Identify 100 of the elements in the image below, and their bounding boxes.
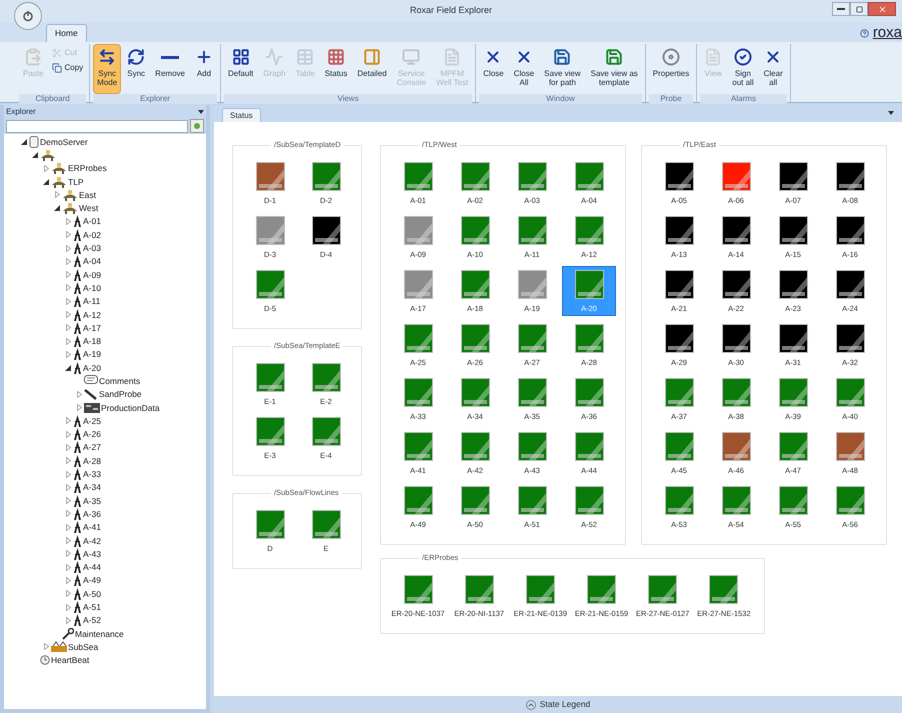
tree-item[interactable]: A-11 — [73, 295, 100, 308]
ribbon-tab[interactable]: Home — [46, 24, 87, 42]
expand-arrow-icon[interactable] — [66, 231, 70, 238]
tree-item[interactable]: A-09 — [73, 268, 101, 281]
tree-item[interactable]: A-20 — [73, 362, 101, 374]
maximize-button[interactable] — [850, 2, 868, 16]
tree-item[interactable]: A-42 — [73, 534, 101, 547]
expand-arrow-icon[interactable] — [66, 258, 70, 265]
tree-item[interactable]: SandProbe — [84, 388, 142, 400]
ribbon-button[interactable]: Add — [190, 44, 217, 94]
search-field[interactable] — [6, 120, 188, 132]
tree-item[interactable]: A-51 — [73, 601, 101, 614]
expand-arrow-icon[interactable] — [66, 338, 70, 345]
expand-arrow-icon[interactable] — [66, 604, 70, 611]
expand-arrow-icon[interactable] — [66, 470, 70, 478]
ribbon-button[interactable]: Properties — [648, 44, 694, 94]
expand-arrow-icon[interactable] — [66, 510, 70, 518]
expand-arrow-icon[interactable] — [44, 643, 48, 650]
minimize-button[interactable] — [832, 2, 850, 16]
ribbon-button[interactable]: Sync Mode — [93, 44, 122, 94]
expand-arrow-icon[interactable] — [66, 430, 70, 438]
tree-item[interactable]: A-01 — [73, 215, 101, 228]
ribbon-button[interactable]: Sign out all — [728, 44, 758, 94]
help-icon[interactable] — [860, 28, 869, 38]
expand-arrow-icon[interactable] — [66, 590, 70, 598]
tree-item[interactable]: A-33 — [73, 468, 101, 480]
collapse-arrow-icon[interactable] — [65, 364, 71, 371]
expand-arrow-icon[interactable] — [66, 324, 70, 332]
collapse-arrow-icon[interactable] — [32, 152, 38, 158]
ribbon-button[interactable]: Close — [479, 44, 508, 94]
tree-item[interactable] — [40, 148, 56, 161]
expand-arrow-icon[interactable] — [66, 298, 70, 305]
tree-item[interactable]: East — [62, 188, 96, 201]
tree-item[interactable]: A-04 — [73, 255, 101, 268]
tree-item[interactable]: West — [62, 202, 98, 214]
collapse-arrow-icon[interactable] — [54, 205, 60, 212]
ribbon-button[interactable]: Remove — [151, 44, 189, 94]
tree-item[interactable]: A-02 — [73, 228, 101, 241]
expand-arrow-icon[interactable] — [66, 537, 70, 544]
tree-item[interactable]: A-44 — [73, 561, 101, 574]
expand-arrow-icon[interactable] — [66, 284, 70, 292]
tree-item[interactable]: A-49 — [73, 574, 101, 586]
tree-item[interactable]: HeartBeat — [40, 654, 90, 666]
tree-item[interactable]: A-26 — [73, 428, 101, 440]
tree-item[interactable]: A-19 — [73, 348, 101, 360]
tree-item[interactable]: A-12 — [73, 308, 101, 320]
tree-item[interactable]: Comments — [84, 374, 140, 387]
tree-item[interactable]: A-10 — [73, 282, 101, 294]
tree-item[interactable]: A-35 — [73, 494, 101, 507]
ribbon-button[interactable]: Status — [320, 44, 352, 94]
expand-arrow-icon[interactable] — [66, 497, 70, 504]
expand-arrow-icon[interactable] — [66, 271, 70, 278]
tree-item[interactable]: A-25 — [73, 414, 101, 427]
tree-item[interactable]: A-18 — [73, 335, 101, 348]
tree-item[interactable]: A-50 — [73, 588, 101, 600]
tree-item[interactable]: SubSea — [51, 640, 98, 653]
expand-arrow-icon[interactable] — [66, 550, 70, 558]
ribbon-button[interactable]: Clear all — [760, 44, 787, 94]
tree-item[interactable]: A-28 — [73, 454, 101, 467]
expand-arrow-icon[interactable] — [54, 191, 60, 198]
tree-item[interactable]: A-43 — [73, 548, 101, 560]
expand-arrow-icon[interactable] — [66, 564, 70, 571]
expand-arrow-icon[interactable] — [76, 404, 82, 412]
expand-arrow-icon[interactable] — [76, 390, 82, 398]
expand-arrow-icon[interactable] — [66, 350, 70, 358]
expand-arrow-icon[interactable] — [66, 484, 70, 491]
state-legend-button[interactable]: State Legend — [526, 698, 590, 711]
filter-button[interactable] — [190, 119, 204, 133]
expand-arrow-icon[interactable] — [66, 417, 70, 424]
dropdown-icon[interactable] — [198, 110, 204, 114]
expand-arrow-icon[interactable] — [44, 164, 48, 172]
ribbon-button[interactable]: Sync — [123, 44, 150, 94]
ribbon-button[interactable]: Default — [224, 44, 258, 94]
expand-arrow-icon[interactable] — [66, 218, 70, 225]
view-tab[interactable]: Status — [222, 108, 261, 122]
tree-item[interactable]: ERProbes — [51, 162, 107, 174]
ribbon-button[interactable]: Detailed — [353, 44, 391, 94]
tree-item[interactable]: TLP — [51, 176, 84, 188]
expand-arrow-icon[interactable] — [66, 616, 70, 624]
tree-item[interactable]: DemoServer — [29, 136, 88, 148]
dropdown-icon[interactable] — [888, 111, 894, 115]
expand-arrow-icon[interactable] — [66, 444, 70, 451]
tree-item[interactable]: A-36 — [73, 508, 101, 520]
ribbon-button[interactable]: Save view for path — [540, 44, 585, 94]
ribbon-button[interactable]: Save view as template — [586, 44, 642, 94]
expand-arrow-icon[interactable] — [66, 524, 70, 531]
tree-item[interactable]: ProductionData — [84, 402, 160, 414]
ribbon-button[interactable]: Copy — [49, 62, 86, 74]
tree-item[interactable]: A-03 — [73, 242, 101, 254]
tree-item[interactable]: A-34 — [73, 481, 101, 494]
tree-item[interactable]: A-41 — [73, 521, 101, 534]
expand-arrow-icon[interactable] — [66, 457, 70, 464]
expand-arrow-icon[interactable] — [66, 311, 70, 318]
tree-item[interactable]: Maintenance — [62, 628, 124, 640]
tree-item[interactable]: A-17 — [73, 322, 101, 334]
tree-item[interactable]: A-27 — [73, 441, 101, 454]
collapse-arrow-icon[interactable] — [43, 178, 49, 185]
app-menu-orb[interactable] — [14, 2, 42, 30]
tree-item[interactable]: A-52 — [73, 614, 101, 626]
collapse-arrow-icon[interactable] — [21, 138, 27, 145]
